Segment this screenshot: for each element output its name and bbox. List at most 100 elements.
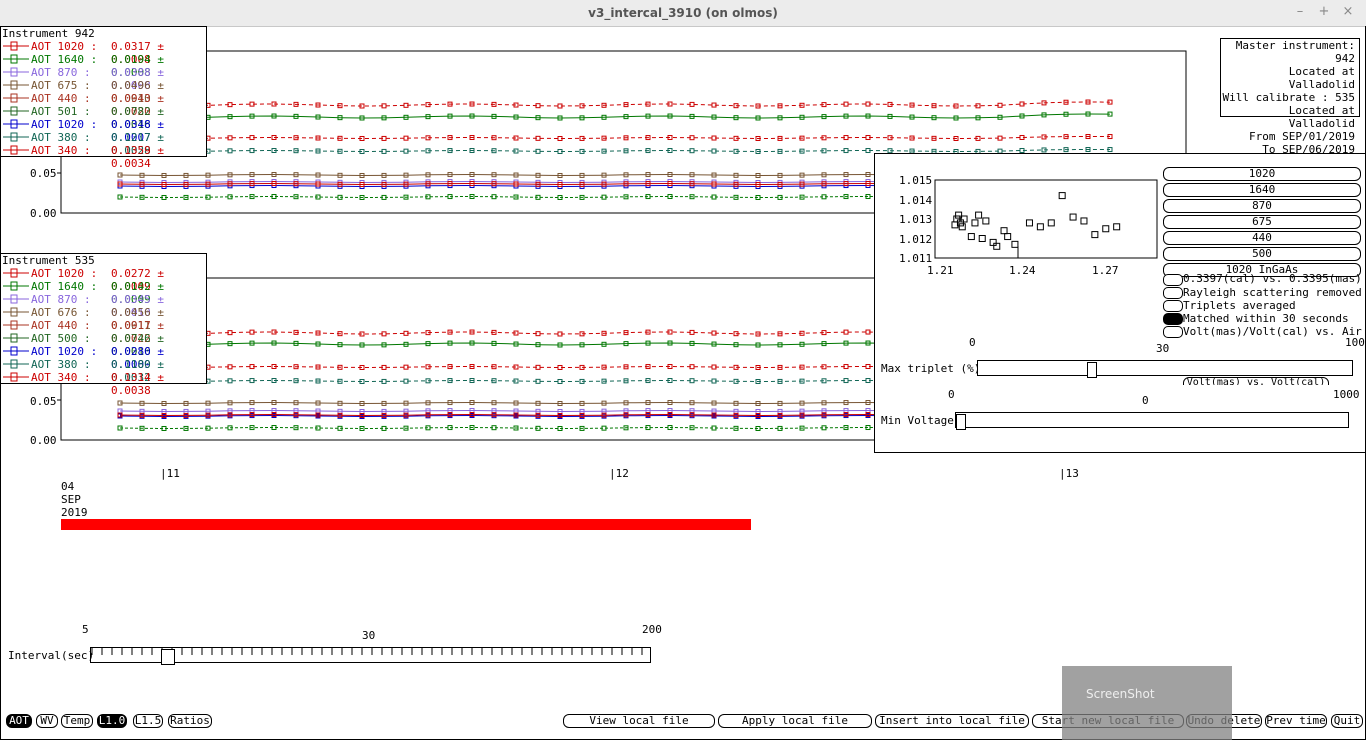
progress-bar: [61, 519, 751, 530]
temp-button[interactable]: Temp: [61, 714, 93, 728]
wv-button[interactable]: WV: [36, 714, 58, 728]
instrument-942-header: Instrument 942: [2, 27, 95, 40]
legend-marker: [3, 346, 29, 356]
legend-label: AOT 1020 :: [31, 345, 98, 358]
legend-marker: [3, 281, 29, 291]
channel-button-675[interactable]: 675: [1163, 215, 1361, 229]
inst1-ytick: 0.00: [30, 207, 57, 220]
legend-row: AOT 501 :0.0782 ± 0.0016: [1, 105, 206, 131]
inst1-series: [117, 99, 1113, 109]
inst1-series: [117, 111, 1113, 121]
ratio-point: [989, 238, 997, 246]
master-info-box: Master instrument: 942 Located at Vallad…: [1220, 38, 1360, 156]
channel-button-500[interactable]: 500: [1163, 247, 1361, 261]
inst1-ytick: 0.05: [30, 167, 57, 180]
option-toggle-wavelengths[interactable]: [1163, 274, 1183, 286]
time-tick-12: |12: [609, 467, 629, 480]
interval-slider[interactable]: [90, 647, 651, 665]
series-line: [119, 113, 1111, 119]
volt-vs-volt-button[interactable]: Volt(mas) vs. Volt(cal): [1183, 377, 1329, 385]
option-toggle-rayleigh[interactable]: [1163, 287, 1183, 299]
legend-marker: [3, 307, 29, 317]
time-tick-11: |11: [160, 467, 180, 480]
master-line: Will calibrate : 535: [1222, 91, 1355, 104]
l15-button[interactable]: L1.5: [133, 714, 163, 728]
option-label: Rayleigh scattering removed: [1183, 286, 1362, 299]
max-triplet-mid: 30: [1156, 342, 1170, 355]
legend-row: AOT 380 :0.1217 ± 0.0028: [1, 131, 206, 157]
channel-button-1020[interactable]: 1020: [1163, 167, 1361, 181]
min-voltage-thumb[interactable]: [956, 414, 966, 430]
legend-row: AOT 870 :0.0388 ± 0.0008: [1, 66, 206, 92]
instrument-942-legend: Instrument 942 AOT 1020 :0.0317 ± 0.0008…: [0, 26, 207, 170]
master-line: From SEP/01/2019: [1249, 130, 1355, 143]
ratio-xtick: 1.21: [927, 264, 954, 277]
option-label: Matched within 30 seconds: [1183, 312, 1349, 325]
quit-button[interactable]: Quit: [1331, 714, 1363, 728]
interval-thumb[interactable]: [161, 649, 175, 665]
legend-marker: [3, 294, 29, 304]
legend-marker: [3, 268, 29, 278]
ratio-point: [993, 242, 1001, 250]
ratio-xtick: 1.27: [1092, 264, 1119, 277]
channel-button-870[interactable]: 870: [1163, 199, 1361, 213]
legend-row: AOT 340 : 0.1359 ± 0.0034: [1, 144, 206, 170]
max-triplet-label: Max triplet (%): [881, 362, 981, 375]
option-toggle-volt-airmass[interactable]: [1163, 326, 1183, 338]
legend-row: AOT 1020 :0.0272 ± 0.0009: [1, 267, 206, 293]
legend-marker: [3, 67, 29, 77]
max-triplet-thumb[interactable]: [1087, 362, 1097, 378]
ratio-point: [967, 233, 975, 241]
screenshot-watermark: ScreenShot: [1062, 666, 1232, 740]
ratio-point: [978, 235, 986, 242]
legend-label: AOT 870 :: [31, 293, 91, 306]
legend-label: AOT 870 :: [31, 66, 91, 79]
master-line: Located at Valladolid: [1288, 104, 1355, 130]
view-local-file-button[interactable]: View local file: [563, 714, 715, 728]
inst1-series: [117, 134, 1113, 141]
insert-into-local-file-button[interactable]: Insert into local file: [875, 714, 1029, 728]
ratio-point: [1000, 227, 1008, 235]
legend-row: AOT 675 :0.0496 ± 0.0010: [1, 79, 206, 105]
legend-label: AOT 500 :: [31, 332, 91, 345]
option-toggle-triplets[interactable]: [1163, 300, 1183, 312]
min-voltage-slider[interactable]: [955, 412, 1349, 430]
date-year: 2019: [61, 506, 88, 519]
option-toggle-matched[interactable]: [1163, 313, 1183, 325]
legend-marker: [3, 80, 29, 90]
inst2-ytick: 0.05: [30, 395, 57, 408]
legend-label: AOT 1020 :: [31, 40, 98, 53]
ratio-ytick: 1.012: [899, 233, 933, 246]
ratio-plot-frame: [934, 179, 1158, 259]
legend-row: AOT 380 :0.1180 ± 0.0032: [1, 358, 206, 384]
ratio-xtick: 1.24: [1009, 264, 1036, 277]
ratios-button[interactable]: Ratios: [168, 714, 212, 728]
ratio-point: [1058, 192, 1066, 200]
legend-label: AOT 380 :: [31, 131, 91, 144]
legend-marker: [3, 132, 29, 142]
date-day: 04: [61, 480, 75, 493]
legend-label: AOT 1640 :: [31, 53, 98, 66]
l10-button[interactable]: L1.0: [97, 714, 127, 728]
interval-label: Interval(sec): [8, 649, 95, 662]
legend-row: AOT 1020 :0.0317 ± 0.0008: [1, 40, 206, 66]
ratio-point: [958, 223, 966, 231]
prev-time-button[interactable]: Prev time: [1265, 714, 1327, 728]
channel-button-1640[interactable]: 1640: [1163, 183, 1361, 197]
legend-row: AOT 440 :0.0943 ± 0.0020: [1, 92, 206, 118]
apply-local-file-button[interactable]: Apply local file: [718, 714, 872, 728]
legend-marker: [3, 93, 29, 103]
series-line: [119, 101, 1111, 107]
legend-marker: [3, 119, 29, 129]
legend-label: AOT 1020 :: [31, 118, 98, 131]
ratio-point: [1036, 223, 1044, 231]
series-line: [119, 136, 1110, 140]
ratio-point: [1047, 219, 1055, 227]
legend-row: AOT 676 :0.0456 ± 0.0011: [1, 306, 206, 332]
master-line: Master instrument: 942: [1235, 39, 1355, 65]
channel-button-440[interactable]: 440: [1163, 231, 1361, 245]
min-voltage-label: Min Voltage: [881, 414, 954, 427]
max-triplet-slider[interactable]: [977, 360, 1353, 378]
ratio-point: [971, 219, 979, 227]
aot-button[interactable]: AOT: [6, 714, 32, 728]
